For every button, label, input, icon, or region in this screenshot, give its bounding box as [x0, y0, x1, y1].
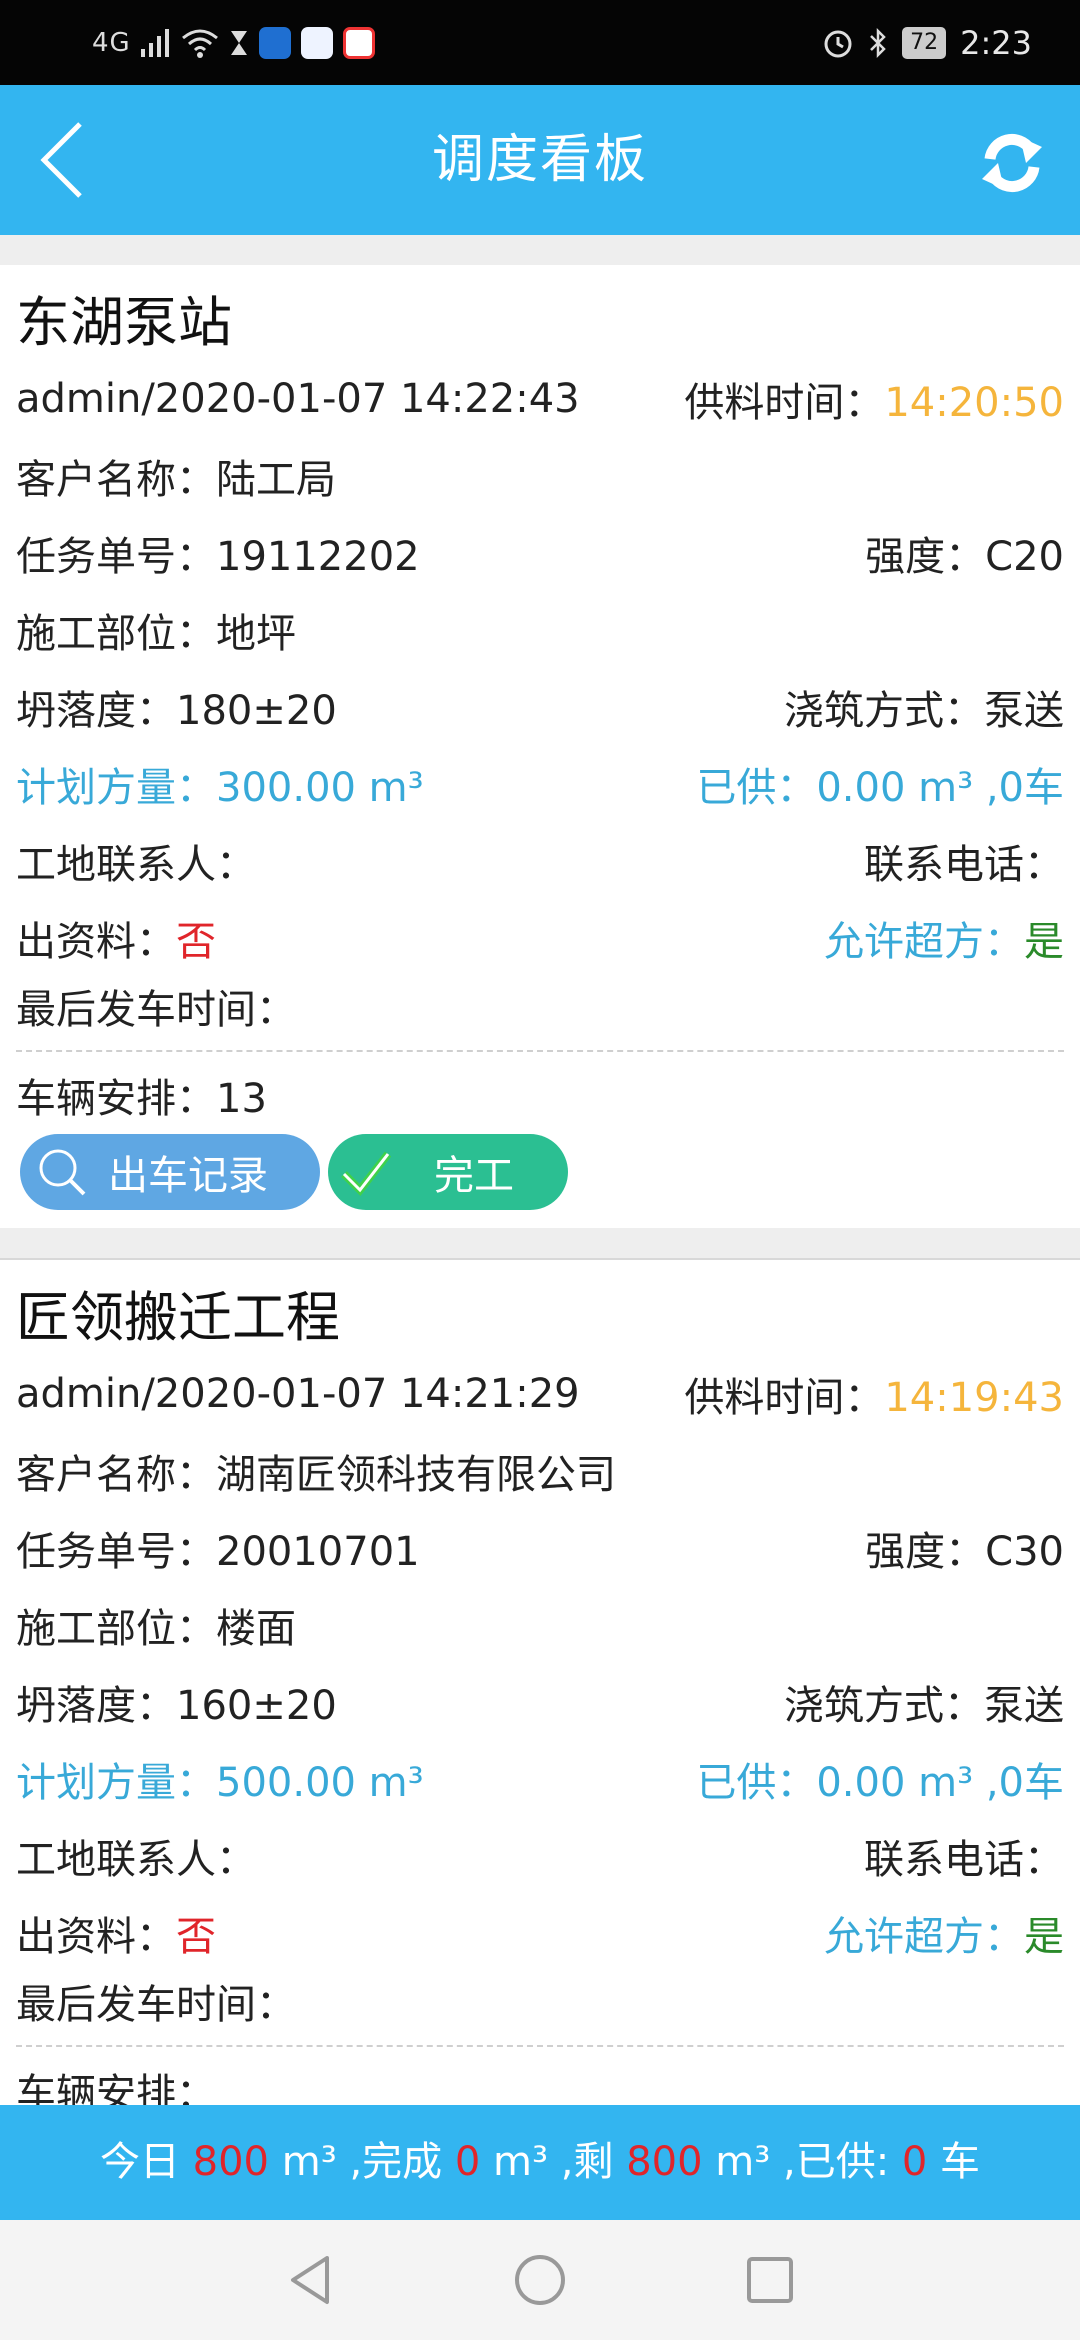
creator-timestamp: admin/2020-01-07 14:21:29 [16, 1370, 580, 1417]
strength-label: 强度： [865, 1528, 986, 1575]
docs-value: 否 [176, 1913, 216, 1960]
pour-method-label: 浇筑方式： [784, 1682, 984, 1729]
site-contact-label: 工地联系人： [16, 841, 256, 888]
divider [16, 2045, 1064, 2047]
slump-value: 180±20 [176, 687, 337, 734]
docs-label: 出资料： [16, 1913, 176, 1960]
construction-part-value: 地坪 [216, 610, 296, 657]
slump-label: 坍落度： [16, 687, 176, 734]
system-nav-bar [0, 2220, 1080, 2340]
allow-over-label: 允许超方： [824, 1913, 1024, 1960]
supply-time-value: 14:19:43 [884, 1374, 1064, 1421]
checkmark-icon [341, 1151, 392, 1197]
summary-text: m³ ,已供: [702, 2139, 902, 2185]
construction-part-value: 楼面 [216, 1605, 296, 1652]
map-pin-app-icon [342, 27, 375, 59]
vehicles-label: 车辆安排： [16, 1076, 216, 1122]
last-dispatch-label: 最后发车时间： [16, 987, 296, 1033]
dispatch-records-button[interactable]: 出车记录 [20, 1134, 320, 1210]
strength-value: C20 [985, 533, 1064, 580]
refresh-icon[interactable] [972, 123, 1052, 203]
allow-over-value: 是 [1024, 918, 1064, 965]
dispatch-records-label: 出车记录 [108, 1153, 268, 1199]
last-dispatch-label: 最后发车时间： [16, 1982, 296, 2028]
docs-label: 出资料： [16, 918, 176, 965]
customer-label: 客户名称： [16, 456, 216, 503]
supply-time-label: 供料时间： [684, 1374, 885, 1421]
hourglass-icon [230, 31, 247, 55]
nav-back-icon[interactable] [283, 2252, 339, 2308]
allow-over-label: 允许超方： [824, 918, 1024, 965]
contact-phone-label: 联系电话： [864, 1836, 1064, 1883]
supplied-volume: 已供：0.00 m³ ,0车 [696, 764, 1064, 811]
clock: 2:23 [960, 24, 1032, 62]
strength-label: 强度： [865, 533, 986, 580]
summary-text: 车 [927, 2139, 981, 2185]
vehicles-label: 车辆安排： [16, 2071, 216, 2105]
supply-time-value: 14:20:50 [884, 379, 1064, 426]
shield-app-icon [258, 27, 291, 59]
remaining-volume: 800 [626, 2139, 703, 2185]
supply-time-label: 供料时间： [684, 379, 885, 426]
alarm-icon [824, 30, 852, 58]
site-contact-label: 工地联系人： [16, 1836, 256, 1883]
site-name: 东湖泵站 [16, 291, 232, 354]
planned-volume-value: 300.00 m³ [216, 764, 424, 811]
customer-value: 湖南匠领科技有限公司 [216, 1451, 616, 1498]
supplied-volume: 已供：0.00 m³ ,0车 [696, 1759, 1064, 1806]
complete-button[interactable]: 完工 [328, 1134, 568, 1210]
status-bar: 4G 72 2:23 [0, 0, 1080, 85]
complete-label: 完工 [434, 1153, 514, 1199]
site-name: 匠领搬迁工程 [16, 1286, 340, 1349]
task-number-value: 20010701 [216, 1528, 420, 1575]
today-volume: 800 [192, 2139, 270, 2185]
search-icon [39, 1149, 86, 1196]
signal-indicator: 4G [92, 28, 131, 58]
strength-value: C30 [985, 1528, 1064, 1575]
summary-text: m³ ,完成 [269, 2139, 455, 2185]
daily-summary-bar: 今日 800 m³ ,完成 0 m³ ,剩 800 m³ ,已供: 0 车 [0, 2105, 1080, 2220]
task-card: 匠领搬迁工程 admin/2020-01-07 14:21:29 供料时间：14… [0, 1258, 1080, 2105]
completed-volume: 0 [454, 2139, 481, 2185]
nav-home-icon[interactable] [512, 2252, 568, 2308]
planned-volume-label: 计划方量： [16, 1759, 216, 1806]
bluetooth-icon [870, 27, 886, 59]
allow-over-value: 是 [1024, 1913, 1064, 1960]
pour-method-value: 泵送 [984, 1682, 1064, 1729]
customer-value: 陆工局 [216, 456, 336, 503]
nav-recents-icon[interactable] [742, 2252, 798, 2308]
vehicles-value: 13 [216, 1076, 267, 1122]
supplied-trucks: 0 [901, 2139, 928, 2185]
summary-text: 今日 [99, 2139, 193, 2185]
task-card: 东湖泵站 admin/2020-01-07 14:22:43 供料时间：14:2… [0, 265, 1080, 1228]
slump-value: 160±20 [176, 1682, 337, 1729]
construction-part-label: 施工部位： [16, 1605, 216, 1652]
pour-method-label: 浇筑方式： [784, 687, 984, 734]
creator-timestamp: admin/2020-01-07 14:22:43 [16, 375, 580, 422]
customer-label: 客户名称： [16, 1451, 216, 1498]
construction-part-label: 施工部位： [16, 610, 216, 657]
task-number-label: 任务单号： [16, 533, 216, 580]
contact-phone-label: 联系电话： [864, 841, 1064, 888]
divider [16, 1050, 1064, 1052]
task-number-value: 19112202 [216, 533, 420, 580]
task-list[interactable]: 东湖泵站 admin/2020-01-07 14:22:43 供料时间：14:2… [0, 235, 1080, 2105]
docs-value: 否 [176, 918, 216, 965]
planned-volume-label: 计划方量： [16, 764, 216, 811]
pour-method-value: 泵送 [984, 687, 1064, 734]
planned-volume-value: 500.00 m³ [216, 1759, 424, 1806]
slump-label: 坍落度： [16, 1682, 176, 1729]
app-header: 调度看板 [0, 85, 1080, 235]
task-number-label: 任务单号： [16, 1528, 216, 1575]
summary-text: m³ ,剩 [480, 2139, 627, 2185]
battery-indicator: 72 [902, 27, 947, 59]
cloud-app-icon [300, 27, 333, 59]
signal-bars-icon [140, 29, 169, 57]
wifi-icon [181, 29, 218, 58]
page-title: 调度看板 [431, 130, 648, 190]
